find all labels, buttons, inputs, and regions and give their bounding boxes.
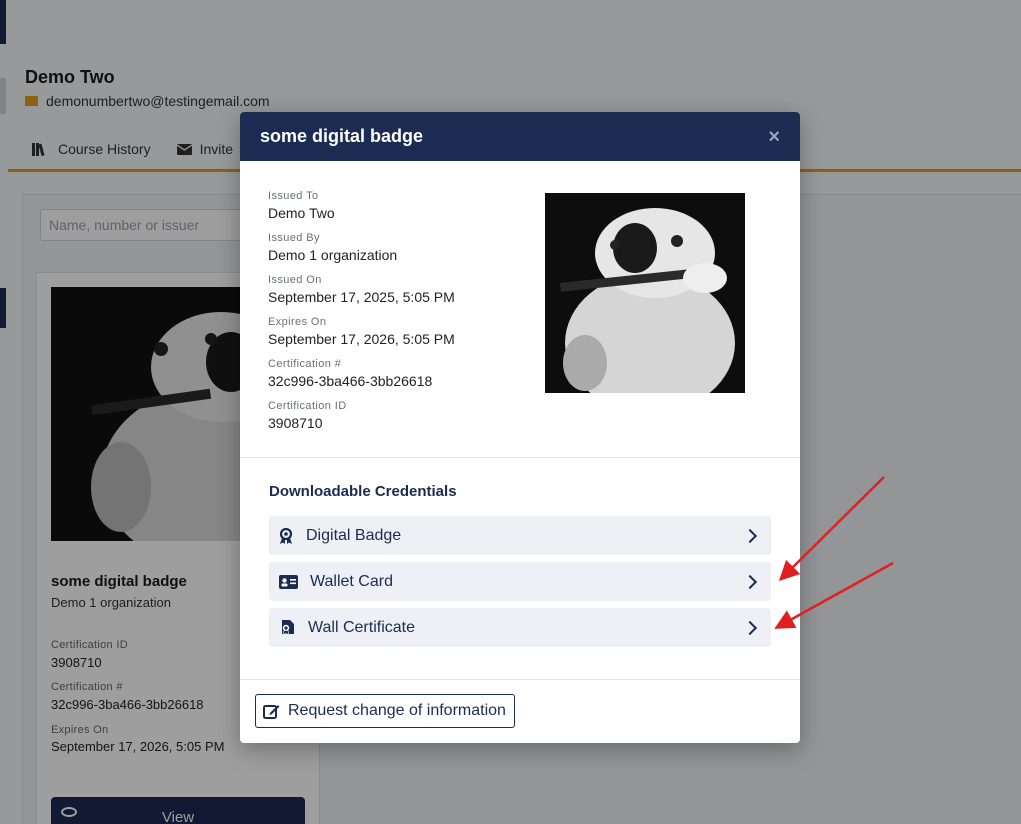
credential-label: Wallet Card xyxy=(310,572,393,590)
badge-image xyxy=(545,193,745,393)
detail-value: September 17, 2026, 5:05 PM xyxy=(268,331,455,347)
badge-modal: some digital badge × Issued To Demo Two … xyxy=(240,112,800,743)
detail-value: Demo Two xyxy=(268,205,335,221)
badge-details: Issued To Demo Two Issued By Demo 1 orga… xyxy=(268,190,528,442)
detail-label: Issued To xyxy=(268,190,319,202)
detail-label: Certification ID xyxy=(268,400,347,412)
detail-value: September 17, 2025, 5:05 PM xyxy=(268,289,455,305)
id-card-icon xyxy=(278,574,298,590)
certificate-icon xyxy=(278,620,296,636)
detail-label: Issued By xyxy=(268,232,320,244)
detail-issued-on: Issued On September 17, 2025, 5:05 PM xyxy=(268,274,528,305)
request-change-button[interactable]: Request change of information xyxy=(255,694,515,728)
credential-digital-badge[interactable]: Digital Badge xyxy=(269,516,771,555)
detail-label: Certification # xyxy=(268,358,342,370)
detail-label: Expires On xyxy=(268,316,327,328)
edit-icon xyxy=(263,705,280,719)
detail-label: Issued On xyxy=(268,274,322,286)
chevron-right-icon xyxy=(742,528,758,543)
credential-wall-certificate[interactable]: Wall Certificate xyxy=(269,608,771,647)
detail-expires-on: Expires On September 17, 2026, 5:05 PM xyxy=(268,316,528,347)
downloadable-credentials-title: Downloadable Credentials xyxy=(269,483,457,500)
detail-issued-by: Issued By Demo 1 organization xyxy=(268,232,528,263)
modal-header: some digital badge × xyxy=(240,112,800,161)
request-change-label: Request change of information xyxy=(288,702,506,719)
credential-wallet-card[interactable]: Wallet Card xyxy=(269,562,771,601)
section-divider xyxy=(240,457,800,458)
modal-title: some digital badge xyxy=(260,126,424,146)
close-icon[interactable]: × xyxy=(768,127,780,147)
chevron-right-icon xyxy=(742,620,758,635)
award-ribbon-icon xyxy=(278,527,294,544)
credential-label: Wall Certificate xyxy=(308,618,415,636)
detail-value: 3908710 xyxy=(268,415,323,431)
chevron-right-icon xyxy=(742,574,758,589)
detail-cert-number: Certification # 32c996-3ba466-3bb26618 xyxy=(268,358,528,389)
detail-value: 32c996-3ba466-3bb26618 xyxy=(268,373,433,389)
credential-label: Digital Badge xyxy=(306,526,402,544)
detail-value: Demo 1 organization xyxy=(268,247,398,263)
detail-cert-id: Certification ID 3908710 xyxy=(268,400,528,431)
detail-issued-to: Issued To Demo Two xyxy=(268,190,528,221)
footer-divider xyxy=(240,679,800,680)
